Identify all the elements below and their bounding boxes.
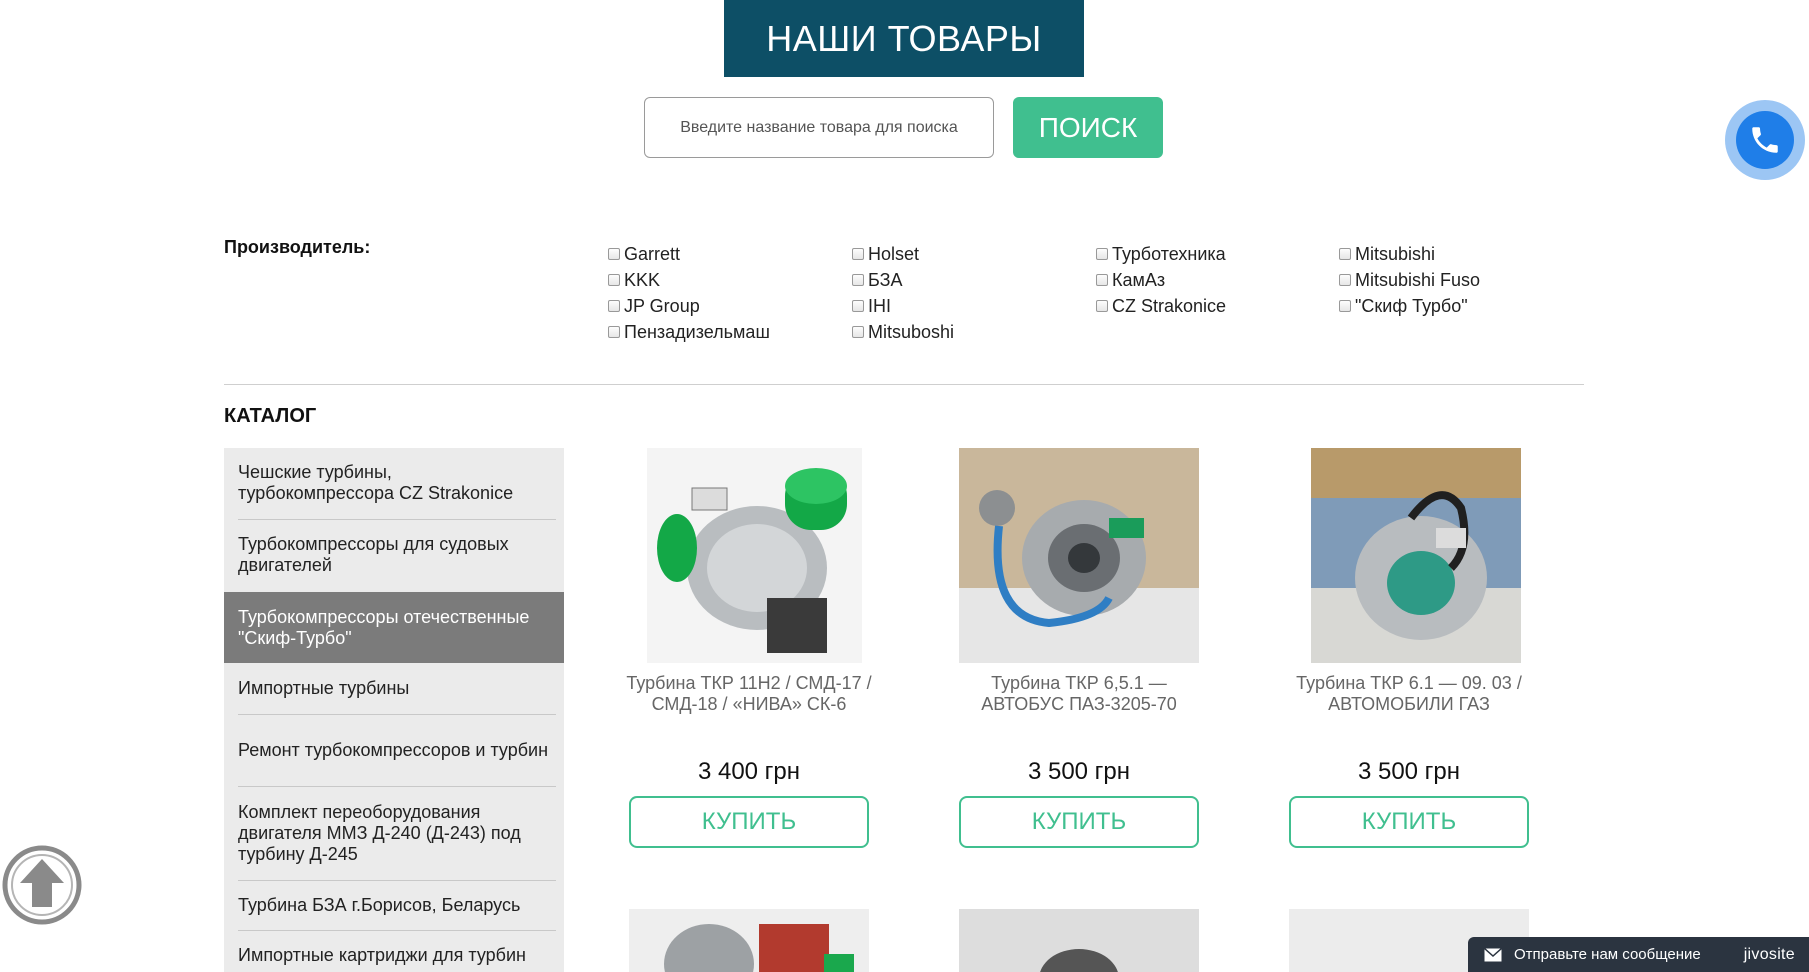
product-title[interactable]: Турбина ТКР 6,5.1 — АВТОБУС ПАЗ-3205-70 — [954, 673, 1204, 715]
jivosite-logo: jivosite — [1743, 945, 1795, 963]
checkbox[interactable] — [1096, 274, 1108, 286]
turbocharger-image — [647, 448, 862, 663]
filter-label: "Скиф Турбо" — [1355, 295, 1468, 316]
divider — [224, 384, 1584, 385]
filter-label: IHI — [868, 295, 892, 316]
filter-label: CZ Strakonice — [1112, 295, 1227, 316]
envelope-icon — [1484, 947, 1502, 961]
product-image[interactable] — [1311, 448, 1521, 663]
checkbox[interactable] — [1339, 248, 1351, 260]
sidebar-item-import[interactable]: Импортные турбины — [224, 664, 564, 713]
checkbox[interactable] — [608, 274, 620, 286]
checkbox[interactable] — [608, 300, 620, 312]
checkbox[interactable] — [1096, 300, 1108, 312]
filter-label: Garrett — [624, 243, 681, 264]
filter-label: БЗА — [868, 269, 903, 290]
page-title: НАШИ ТОВАРЫ — [724, 0, 1084, 77]
turbocharger-image — [1311, 448, 1521, 663]
filter-mitsubishi[interactable]: Mitsubishi — [1339, 241, 1480, 267]
filter-column-3: Турботехника КамАз CZ Strakonice — [1096, 241, 1226, 319]
sidebar-item-skif-turbo[interactable]: Турбокомпрессоры отечественные "Скиф-Тур… — [224, 592, 564, 663]
product-price: 3 500 грн — [1027, 758, 1131, 785]
filter-label: Mitsubishi Fuso — [1355, 269, 1481, 290]
filter-jp-group[interactable]: JP Group — [608, 293, 770, 319]
filter-label: KKK — [624, 269, 661, 290]
product-price: 3 500 грн — [1357, 758, 1461, 785]
call-button[interactable] — [1725, 100, 1805, 180]
filter-label: Mitsuboshi — [868, 321, 955, 342]
filter-cz-strakonice[interactable]: CZ Strakonice — [1096, 293, 1226, 319]
manufacturer-label: Производитель: — [224, 237, 371, 257]
filter-label: Пензадизельмаш — [624, 321, 770, 342]
filter-mitsuboshi[interactable]: Mitsuboshi — [852, 319, 954, 345]
product-title[interactable]: Турбина ТКР 6.1 — 09. 03 / АВТОМОБИЛИ ГА… — [1284, 673, 1534, 715]
checkbox[interactable] — [852, 326, 864, 338]
chat-widget-bar[interactable]: Отправьте нам сообщение jivosite — [1468, 937, 1809, 972]
product-image[interactable] — [959, 448, 1199, 663]
filter-mitsubishi-fuso[interactable]: Mitsubishi Fuso — [1339, 267, 1480, 293]
sidebar-item-cz-strakonice[interactable]: Чешские турбины, турбокомпрессора CZ Str… — [224, 448, 564, 518]
checkbox[interactable] — [1339, 300, 1351, 312]
filter-column-4: Mitsubishi Mitsubishi Fuso "Скиф Турбо" — [1339, 241, 1480, 319]
filter-skif-turbo[interactable]: "Скиф Турбо" — [1339, 293, 1480, 319]
filter-penzadizelmash[interactable]: Пензадизельмаш — [608, 319, 770, 345]
buy-button[interactable]: КУПИТЬ — [959, 796, 1199, 848]
turbocharger-image — [629, 909, 869, 972]
checkbox[interactable] — [1339, 274, 1351, 286]
buy-button[interactable]: КУПИТЬ — [1289, 796, 1529, 848]
sidebar-item-bza[interactable]: Турбина БЗА г.Борисов, Беларусь — [224, 881, 564, 929]
phone-icon — [1752, 127, 1778, 153]
checkbox[interactable] — [608, 248, 620, 260]
product-image[interactable] — [647, 448, 862, 663]
chat-message-label: Отправьте нам сообщение — [1514, 946, 1701, 963]
buy-button[interactable]: КУПИТЬ — [629, 796, 869, 848]
filter-garrett[interactable]: Garrett — [608, 241, 770, 267]
checkbox[interactable] — [608, 326, 620, 338]
filter-holset[interactable]: Holset — [852, 241, 954, 267]
filter-label: Турботехника — [1112, 243, 1226, 264]
sidebar-item-cartridges[interactable]: Импортные картриджи для турбин — [224, 931, 564, 972]
product-title[interactable]: Турбина ТКР 11Н2 / СМД-17 / СМД-18 / «НИ… — [624, 673, 874, 715]
filter-kamaz[interactable]: КамАз — [1096, 267, 1226, 293]
product-price: 3 400 грн — [697, 758, 801, 785]
filter-column-2: Holset БЗА IHI Mitsuboshi — [852, 241, 954, 345]
arrow-up-circle-icon — [2, 845, 82, 925]
turbocharger-image — [959, 909, 1199, 972]
checkbox[interactable] — [1096, 248, 1108, 260]
search-input[interactable] — [644, 97, 994, 158]
checkbox[interactable] — [852, 274, 864, 286]
sidebar-item-repair[interactable]: Ремонт турбокомпрессоров и турбин — [224, 715, 564, 785]
catalog-sidebar: Чешские турбины, турбокомпрессора CZ Str… — [224, 448, 564, 972]
filter-label: Mitsubishi — [1355, 243, 1436, 264]
catalog-title: КАТАЛОГ — [224, 405, 317, 427]
checkbox[interactable] — [852, 248, 864, 260]
turbocharger-image — [959, 448, 1199, 663]
filter-label: КамАз — [1112, 269, 1166, 290]
sidebar-item-mmz-kit[interactable]: Комплект переоборудования двигателя ММЗ … — [224, 787, 564, 879]
filter-kkk[interactable]: KKK — [608, 267, 770, 293]
product-image[interactable] — [959, 909, 1199, 972]
filter-label: JP Group — [624, 295, 700, 316]
filter-column-1: Garrett KKK JP Group Пензадизельмаш — [608, 241, 770, 345]
filter-label: Holset — [868, 243, 920, 264]
product-image[interactable] — [629, 909, 869, 972]
filter-bza[interactable]: БЗА — [852, 267, 954, 293]
filter-ihi[interactable]: IHI — [852, 293, 954, 319]
checkbox[interactable] — [852, 300, 864, 312]
sidebar-item-marine[interactable]: Турбокомпрессоры для судовых двигателей — [224, 520, 564, 590]
search-button[interactable]: ПОИСК — [1013, 97, 1163, 158]
scroll-to-top-button[interactable] — [0, 843, 84, 927]
filter-turbotekhnika[interactable]: Турботехника — [1096, 241, 1226, 267]
